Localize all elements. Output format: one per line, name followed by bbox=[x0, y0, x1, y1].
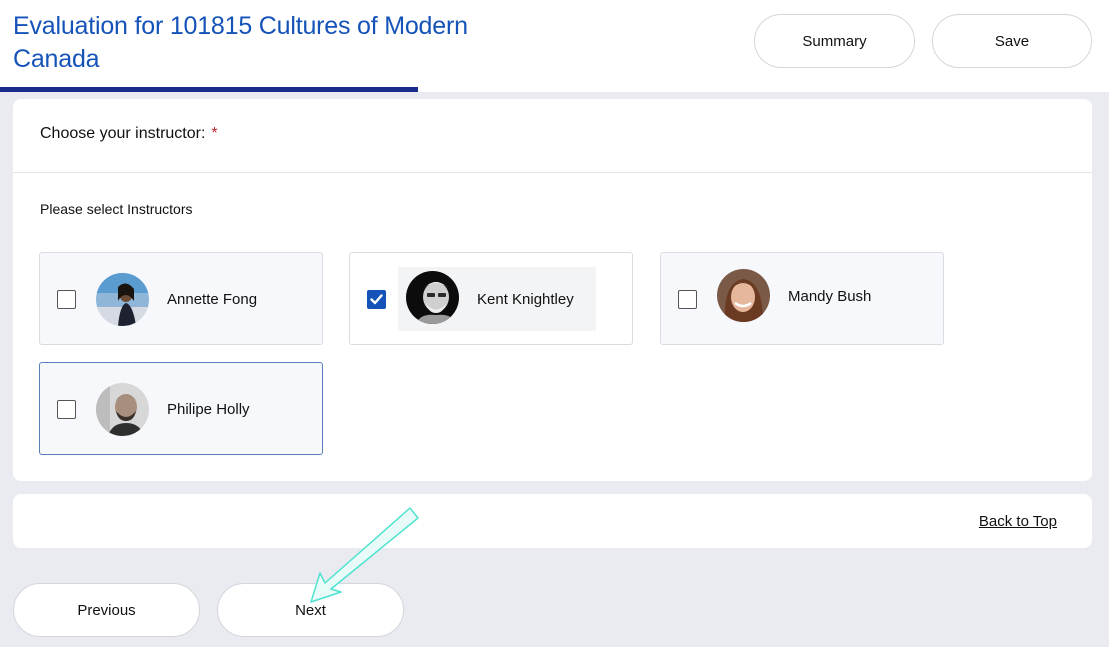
question-card: Choose your instructor: * Please select I… bbox=[13, 99, 1092, 481]
save-button[interactable]: Save bbox=[932, 14, 1092, 68]
back-to-top-link[interactable]: Back to Top bbox=[979, 513, 1057, 530]
avatar bbox=[96, 383, 149, 436]
avatar bbox=[717, 269, 770, 322]
question-label: Choose your instructor: * bbox=[40, 125, 218, 143]
check-icon bbox=[370, 294, 383, 305]
previous-button[interactable]: Previous bbox=[13, 583, 200, 637]
instructor-option-annette-fong[interactable]: Annette Fong bbox=[39, 252, 323, 345]
instructor-name: Philipe Holly bbox=[167, 401, 250, 418]
instructor-option-kent-knightley[interactable]: Kent Knightley bbox=[349, 252, 633, 345]
instructor-option-mandy-bush[interactable]: Mandy Bush bbox=[660, 252, 944, 345]
instructor-checkbox[interactable] bbox=[57, 290, 76, 309]
question-text: Choose your instructor: bbox=[40, 125, 206, 142]
required-mark: * bbox=[211, 125, 218, 142]
question-hint: Please select Instructors bbox=[40, 201, 193, 217]
next-button[interactable]: Next bbox=[217, 583, 404, 637]
summary-button[interactable]: Summary bbox=[754, 14, 915, 68]
avatar bbox=[406, 271, 459, 324]
instructor-option-philipe-holly[interactable]: Philipe Holly bbox=[39, 362, 323, 455]
instructor-name: Mandy Bush bbox=[788, 288, 872, 305]
back-to-top-bar: Back to Top bbox=[13, 494, 1092, 548]
instructor-name: Kent Knightley bbox=[477, 291, 574, 308]
divider bbox=[13, 172, 1092, 173]
page-header: Evaluation for 101815 Cultures of Modern… bbox=[0, 0, 1109, 92]
instructor-checkbox[interactable] bbox=[57, 400, 76, 419]
title-underline bbox=[0, 87, 418, 92]
instructor-name: Annette Fong bbox=[167, 291, 258, 308]
instructor-checkbox[interactable] bbox=[367, 290, 386, 309]
avatar bbox=[96, 273, 149, 326]
instructor-checkbox[interactable] bbox=[678, 290, 697, 309]
page-title: Evaluation for 101815 Cultures of Modern… bbox=[13, 12, 468, 73]
